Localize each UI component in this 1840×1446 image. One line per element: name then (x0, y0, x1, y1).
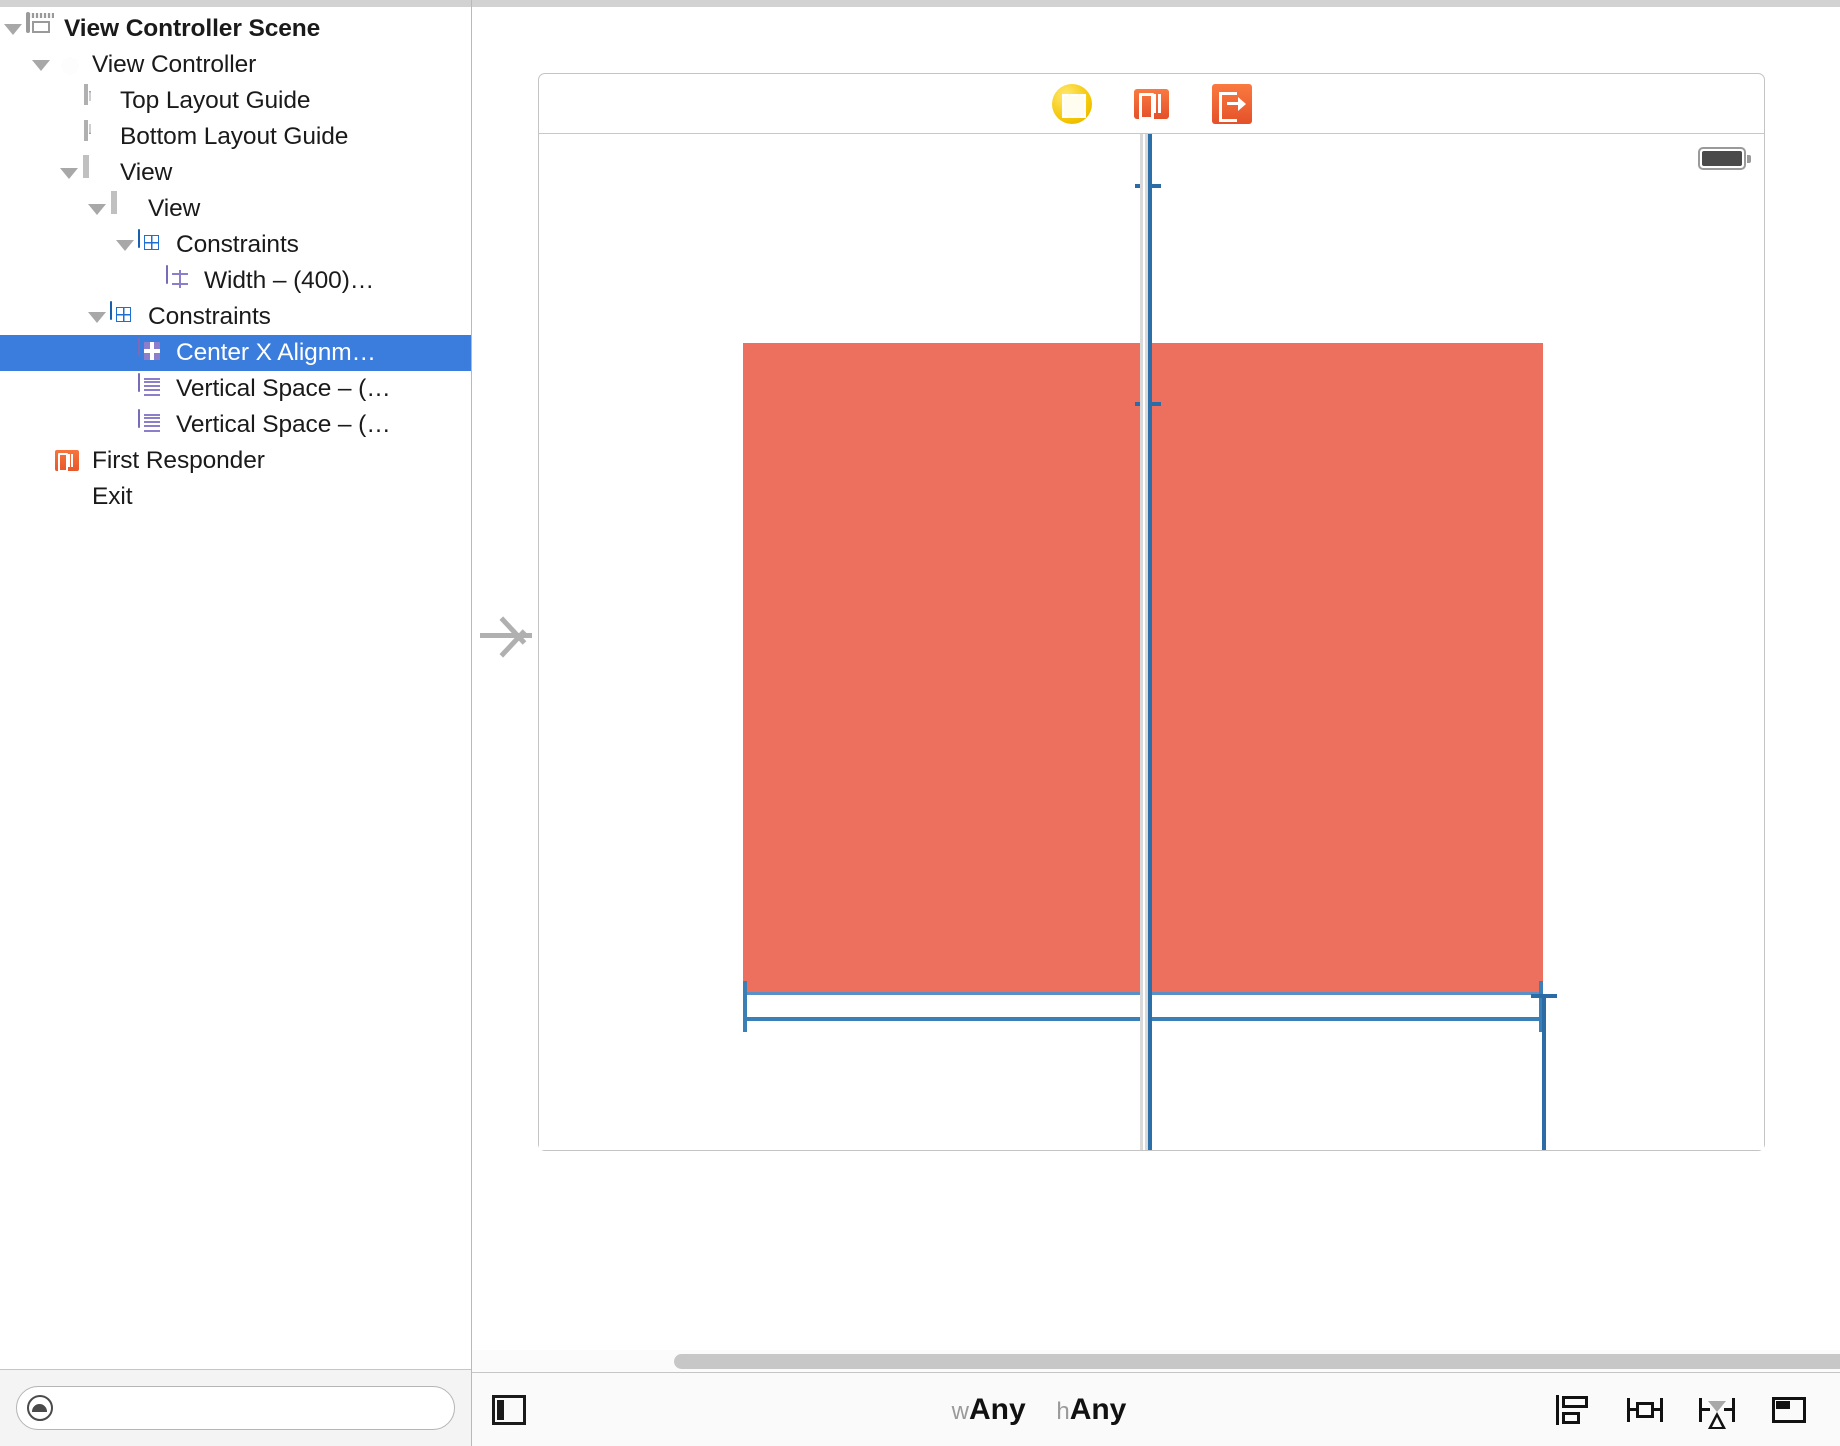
view-controller-icon (54, 50, 84, 80)
disclosure-triangle-icon[interactable] (56, 155, 82, 191)
center-x-alignment-constraint[interactable] (1148, 134, 1152, 1150)
document-outline-panel: View Controller Scene View Controller Top … (0, 0, 472, 1446)
outline-row-label: First Responder (92, 447, 265, 474)
disclosure-triangle-icon[interactable] (84, 299, 110, 335)
disclosure-triangle-icon[interactable] (0, 11, 26, 47)
outline-tree[interactable]: View Controller Scene View Controller Top … (0, 11, 471, 1369)
disclosure-triangle-icon[interactable] (112, 227, 138, 263)
size-class-height-prefix: h (1056, 1397, 1070, 1425)
outline-row-label: Top Layout Guide (120, 87, 311, 114)
outline-row[interactable]: Constraints (0, 227, 471, 263)
outline-top-divider (0, 0, 471, 7)
outline-row-label: Bottom Layout Guide (120, 123, 349, 150)
disclosure-triangle-icon[interactable] (84, 191, 110, 227)
resolve-issues-icon[interactable] (1696, 1393, 1738, 1429)
view-icon (110, 191, 140, 224)
center-x-guide-line (1140, 134, 1148, 1150)
battery-icon (1698, 147, 1751, 170)
outline-row-label: Vertical Space – (… (176, 375, 391, 402)
scene-dock (539, 74, 1764, 134)
align-icon[interactable] (1552, 1393, 1594, 1427)
vertical-space-constraint-icon (138, 373, 168, 404)
canvas-area[interactable] (472, 7, 1840, 1372)
outline-row-label: View Controller Scene (64, 15, 321, 42)
outline-row[interactable]: View Controller Scene (0, 11, 471, 47)
device-view[interactable] (539, 134, 1764, 1150)
outline-row-label: Exit (92, 483, 133, 510)
autolayout-toolbar (1552, 1393, 1810, 1429)
size-class-width-value: Any (968, 1392, 1026, 1426)
stack-embed-icon[interactable] (1768, 1393, 1810, 1427)
outline-filter-field[interactable] (16, 1386, 455, 1430)
outline-row[interactable]: Top Layout Guide (0, 83, 471, 119)
outline-row-label: Constraints (148, 303, 271, 330)
outline-row-label: Constraints (176, 231, 299, 258)
outline-row-label: View (120, 159, 173, 186)
width-constraint-icon (166, 265, 196, 296)
outline-row-label: Vertical Space – (… (176, 411, 391, 438)
show-document-outline-icon[interactable] (492, 1394, 526, 1425)
size-class-height-value: Any (1069, 1392, 1127, 1426)
canvas-horizontal-scrollbar[interactable] (472, 1350, 1840, 1372)
exit-dock-icon[interactable] (1211, 83, 1252, 124)
size-class-width-prefix: w (951, 1397, 969, 1425)
filter-icon (27, 1395, 53, 1421)
storyboard-entry-point-arrow (480, 607, 546, 663)
outline-row[interactable]: Vertical Space – (… (0, 371, 471, 407)
outline-filter-input[interactable] (53, 1396, 454, 1420)
scene-icon (26, 12, 56, 44)
vertical-space-constraint-bottom[interactable] (1531, 994, 1557, 1150)
constraints-icon (138, 229, 168, 260)
outline-filter-bar (0, 1369, 471, 1446)
view-icon (82, 155, 112, 188)
bottom-layout-guide-icon (82, 120, 112, 152)
outline-row-label: View (148, 195, 201, 222)
pin-icon[interactable] (1624, 1393, 1666, 1427)
canvas-top-divider (472, 0, 1840, 7)
first-responder-icon (54, 446, 84, 476)
outline-row[interactable]: First Responder (0, 443, 471, 479)
scrollbar-thumb[interactable] (674, 1354, 1840, 1369)
outline-row[interactable]: Center X Alignm… (0, 335, 471, 371)
outline-row[interactable]: Width – (400)… (0, 263, 471, 299)
center-x-alignment-icon (138, 337, 168, 368)
view-controller-scene[interactable] (538, 73, 1765, 1151)
outline-row[interactable]: View Controller (0, 47, 471, 83)
canvas-panel: wAny hAny (472, 0, 1840, 1446)
canvas-bottom-bar: wAny hAny (472, 1372, 1840, 1446)
view-controller-dock-icon[interactable] (1051, 83, 1092, 124)
outline-row[interactable]: Constraints (0, 299, 471, 335)
outline-row[interactable]: Exit (0, 479, 471, 515)
outline-row[interactable]: View (0, 155, 471, 191)
outline-row-label: Width – (400)… (204, 267, 375, 294)
outline-row[interactable]: View (0, 191, 471, 227)
disclosure-triangle-icon[interactable] (28, 47, 54, 83)
exit-icon (54, 482, 84, 512)
outline-row[interactable]: Bottom Layout Guide (0, 119, 471, 155)
interface-builder-window: View Controller Scene View Controller Top … (0, 0, 1840, 1446)
size-class-indicator[interactable]: wAny hAny (526, 1393, 1552, 1427)
outline-row-label: View Controller (92, 51, 257, 78)
top-layout-guide-icon (82, 84, 112, 116)
first-responder-dock-icon[interactable] (1132, 84, 1172, 124)
outline-row-label: Center X Alignm… (176, 339, 376, 366)
constraints-icon (110, 301, 140, 332)
vertical-space-constraint-icon (138, 409, 168, 440)
outline-row[interactable]: Vertical Space – (… (0, 407, 471, 443)
